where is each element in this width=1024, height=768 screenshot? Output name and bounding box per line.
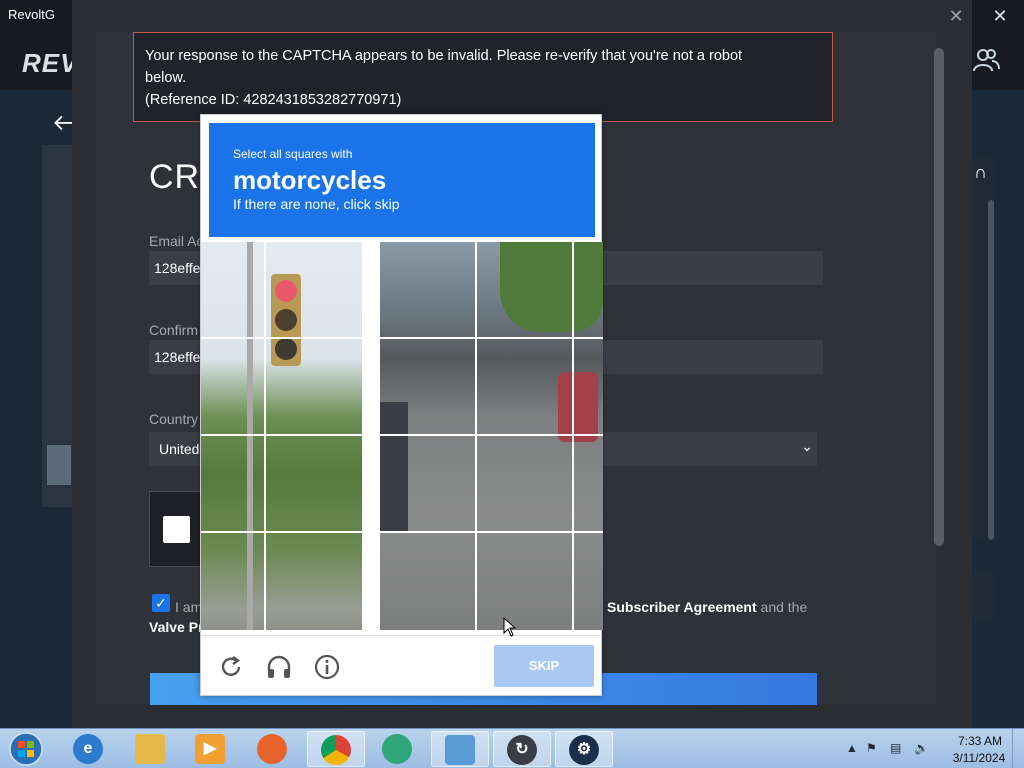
taskbar-firefox[interactable]: [244, 731, 302, 767]
info-icon[interactable]: [313, 653, 341, 681]
trees: [500, 242, 603, 332]
taskbar-steam[interactable]: ⚙: [555, 731, 613, 767]
email-label: Email Ac: [149, 233, 204, 249]
green-lamp: [275, 338, 297, 360]
taskbar-control-panel[interactable]: [431, 731, 489, 767]
audio-icon[interactable]: [265, 653, 293, 681]
grid-line: [201, 337, 603, 339]
captcha-image-gap: [362, 242, 380, 630]
clock-date[interactable]: 3/11/2024: [946, 751, 1012, 765]
control-panel-icon: [445, 735, 475, 765]
messenger-icon: [382, 734, 412, 764]
volume-muted-icon[interactable]: 🔈: [914, 741, 929, 755]
taskbar-media-player[interactable]: ▶: [182, 731, 240, 767]
folder-icon: [135, 734, 165, 764]
grid-line: [201, 434, 603, 436]
show-hidden-icons-icon[interactable]: ▲: [846, 741, 858, 755]
agreement-checkbox[interactable]: ✓: [152, 594, 170, 612]
motorcycle: [558, 372, 598, 442]
right-panel-box: [972, 570, 994, 622]
agreement-text-line2: Valve Pr: [149, 619, 204, 635]
action-center-flag-icon[interactable]: ⚑: [866, 741, 877, 755]
agreement-and-text: and the: [760, 599, 808, 615]
dialog-scrollbar[interactable]: [934, 48, 944, 546]
captcha-image-left: [201, 242, 362, 630]
grid-line: [201, 531, 603, 533]
taskbar-file-explorer[interactable]: [122, 731, 180, 767]
firefox-icon: [257, 734, 287, 764]
chevron-down-icon: ⌄: [801, 438, 813, 454]
error-reference-id: (Reference ID: 4282431853282770971): [145, 92, 402, 108]
grid-line: [264, 242, 266, 630]
right-scrollbar[interactable]: [988, 200, 994, 540]
error-line-1: Your response to the CAPTCHA appears to …: [145, 48, 743, 64]
pole: [247, 242, 253, 630]
internet-explorer-icon: e: [73, 734, 103, 764]
grid-line: [475, 242, 477, 630]
network-icon[interactable]: ▤: [890, 741, 901, 755]
taskbar-internet-explorer[interactable]: e: [60, 731, 118, 767]
captcha-error-message: Your response to the CAPTCHA appears to …: [133, 32, 833, 122]
lock-icon: ∩: [974, 162, 987, 182]
taskbar-messenger[interactable]: [369, 731, 427, 767]
system-tray: ▲ ⚑ ▤ 🔈 7:33 AM 3/11/2024: [842, 729, 1024, 768]
mouse-cursor-icon: [503, 617, 517, 637]
start-button[interactable]: [4, 730, 48, 768]
taskbar-revolt-app[interactable]: ↻: [493, 731, 551, 767]
agreement-text-prefix: I am: [175, 599, 203, 615]
captcha-target: motorcycles: [233, 165, 387, 195]
friends-icon[interactable]: [972, 47, 1000, 73]
thumbnail[interactable]: [47, 445, 71, 485]
captcha-hint: If there are none, click skip: [233, 196, 400, 212]
country-label: Country: [149, 411, 199, 427]
traffic-light: [271, 274, 301, 366]
dialog-close-button[interactable]: ✕: [944, 4, 968, 28]
chrome-icon: [321, 735, 351, 765]
captcha-image-right: [380, 242, 603, 630]
amber-lamp: [275, 309, 297, 331]
red-lamp: [275, 280, 297, 302]
media-player-icon: ▶: [195, 734, 225, 764]
agreement-text-suffix: Subscriber Agreement and the: [607, 599, 807, 615]
skip-button[interactable]: SKIP: [494, 645, 594, 687]
reload-icon[interactable]: [217, 653, 245, 681]
error-line-2: below.: [145, 70, 187, 86]
captcha-challenge: Select all squares with motorcycles If t…: [200, 114, 603, 696]
clock-time[interactable]: 7:33 AM: [950, 734, 1010, 748]
captcha-divider: [201, 635, 601, 636]
captcha-instruction: Select all squares with: [233, 147, 353, 161]
captcha-header: Select all squares with motorcycles If t…: [209, 123, 595, 237]
show-desktop-button[interactable]: [1012, 729, 1024, 768]
recaptcha-checkbox[interactable]: [163, 516, 190, 543]
subscriber-agreement-link[interactable]: Subscriber Agreement: [607, 599, 757, 615]
app-title: RevoltG: [8, 7, 55, 22]
steam-icon: ⚙: [569, 735, 599, 765]
country-value: United: [159, 441, 200, 457]
app-logo: REV: [22, 48, 79, 78]
taskbar: e ▶ ↻ ⚙ ▲ ⚑ ▤ 🔈 7:33 AM 3/11/2024: [0, 728, 1024, 768]
app-close-button[interactable]: ✕: [988, 4, 1012, 28]
revolt-app-icon: ↻: [507, 735, 537, 765]
grid-line: [572, 242, 574, 630]
left-panel: [42, 145, 74, 507]
confirm-email-label: Confirm: [149, 322, 199, 338]
motorcycle-rider: [380, 402, 408, 532]
taskbar-chrome[interactable]: [307, 731, 365, 767]
